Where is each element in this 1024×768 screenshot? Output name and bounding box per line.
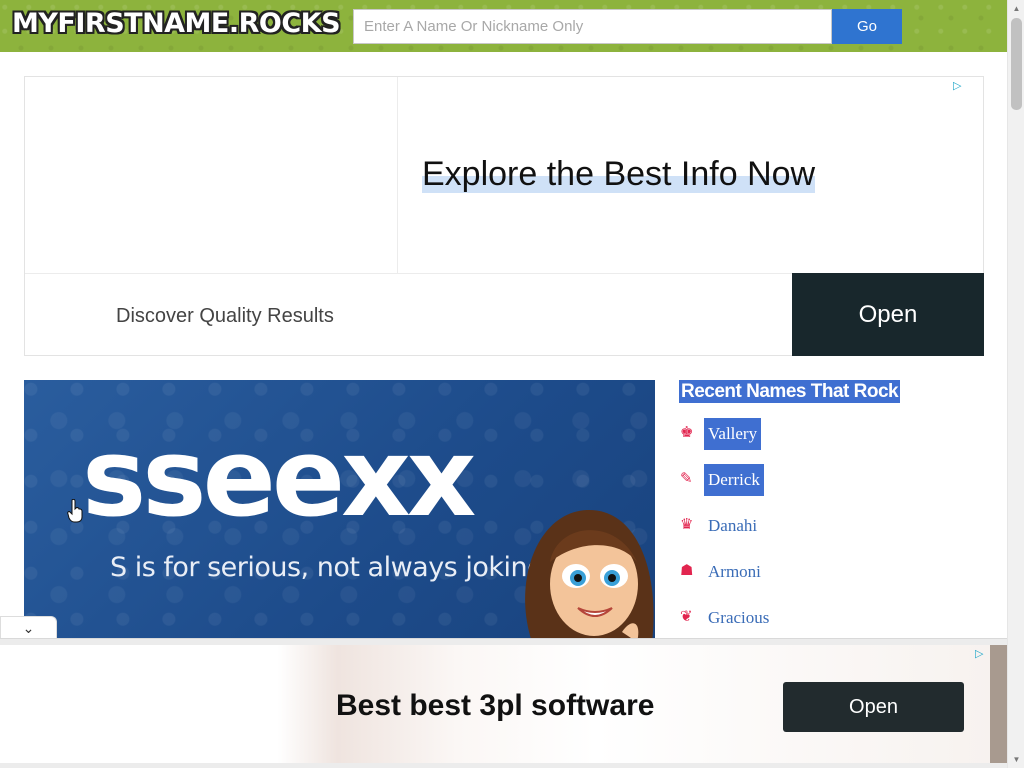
- site-header: MYFIRSTNAME.ROCKS Go: [0, 0, 1007, 52]
- name-link-armoni[interactable]: Armoni: [704, 556, 765, 588]
- page-scrollbar[interactable]: ▲ ▼: [1007, 0, 1024, 768]
- ad-subline[interactable]: Discover Quality Results: [116, 305, 334, 328]
- bottom-advertisement[interactable]: ▷ Best best 3pl software Open: [0, 638, 1007, 768]
- hero-title: sseexx: [82, 416, 476, 541]
- ad-open-button[interactable]: Open: [792, 273, 984, 356]
- brush-icon: ✎: [680, 470, 693, 487]
- chess-icon: ♚: [680, 424, 694, 441]
- chevron-down-icon: ⌄: [22, 620, 35, 636]
- name-link-vallery[interactable]: Vallery: [704, 418, 762, 450]
- ad-choices-icon[interactable]: ▷: [975, 647, 983, 660]
- hand-cursor-icon: [67, 499, 83, 523]
- list-item[interactable]: ♚ Vallery: [680, 418, 773, 464]
- name-link-gracious[interactable]: Gracious: [704, 602, 773, 634]
- site-logo[interactable]: MYFIRSTNAME.ROCKS: [12, 8, 341, 39]
- name-search-input[interactable]: [353, 9, 832, 44]
- ad-headline[interactable]: Explore the Best Info Now: [422, 155, 816, 194]
- list-item[interactable]: ♛ Danahi: [680, 510, 773, 556]
- person-icon: ☗: [680, 562, 694, 579]
- scroll-down-arrow-icon[interactable]: ▼: [1008, 751, 1024, 768]
- name-link-derrick[interactable]: Derrick: [704, 464, 764, 496]
- recent-names-heading: Recent Names That Rock: [679, 380, 901, 403]
- bottom-ad-headline[interactable]: Best best 3pl software: [336, 689, 654, 723]
- bottom-ad-edge: [990, 645, 1007, 763]
- hero-tagline: S is for serious, not always joking.: [110, 552, 552, 583]
- top-advertisement[interactable]: ▷ Explore the Best Info Now Discover Qua…: [24, 76, 984, 356]
- go-button[interactable]: Go: [832, 9, 902, 44]
- list-item[interactable]: ✎ Derrick: [680, 464, 773, 510]
- bottom-ad-open-button[interactable]: Open: [783, 682, 964, 732]
- cartoon-girl-icon: [525, 509, 654, 638]
- scroll-thumb[interactable]: [1011, 18, 1022, 110]
- hero-banner: sseexx S is for serious, not always joki…: [24, 380, 655, 638]
- bird-icon: ❦: [680, 608, 693, 625]
- scroll-up-arrow-icon[interactable]: ▲: [1008, 0, 1024, 17]
- crown-icon: ♛: [680, 516, 694, 533]
- name-link-danahi[interactable]: Danahi: [704, 510, 761, 542]
- collapse-ad-button[interactable]: ⌄: [0, 616, 57, 639]
- list-item[interactable]: ☗ Armoni: [680, 556, 773, 602]
- ad-divider: [397, 77, 398, 273]
- ad-choices-icon[interactable]: ▷: [953, 79, 965, 92]
- recent-names-list: ♚ Vallery ✎ Derrick ♛ Danahi ☗ Armoni ❦ …: [680, 418, 773, 648]
